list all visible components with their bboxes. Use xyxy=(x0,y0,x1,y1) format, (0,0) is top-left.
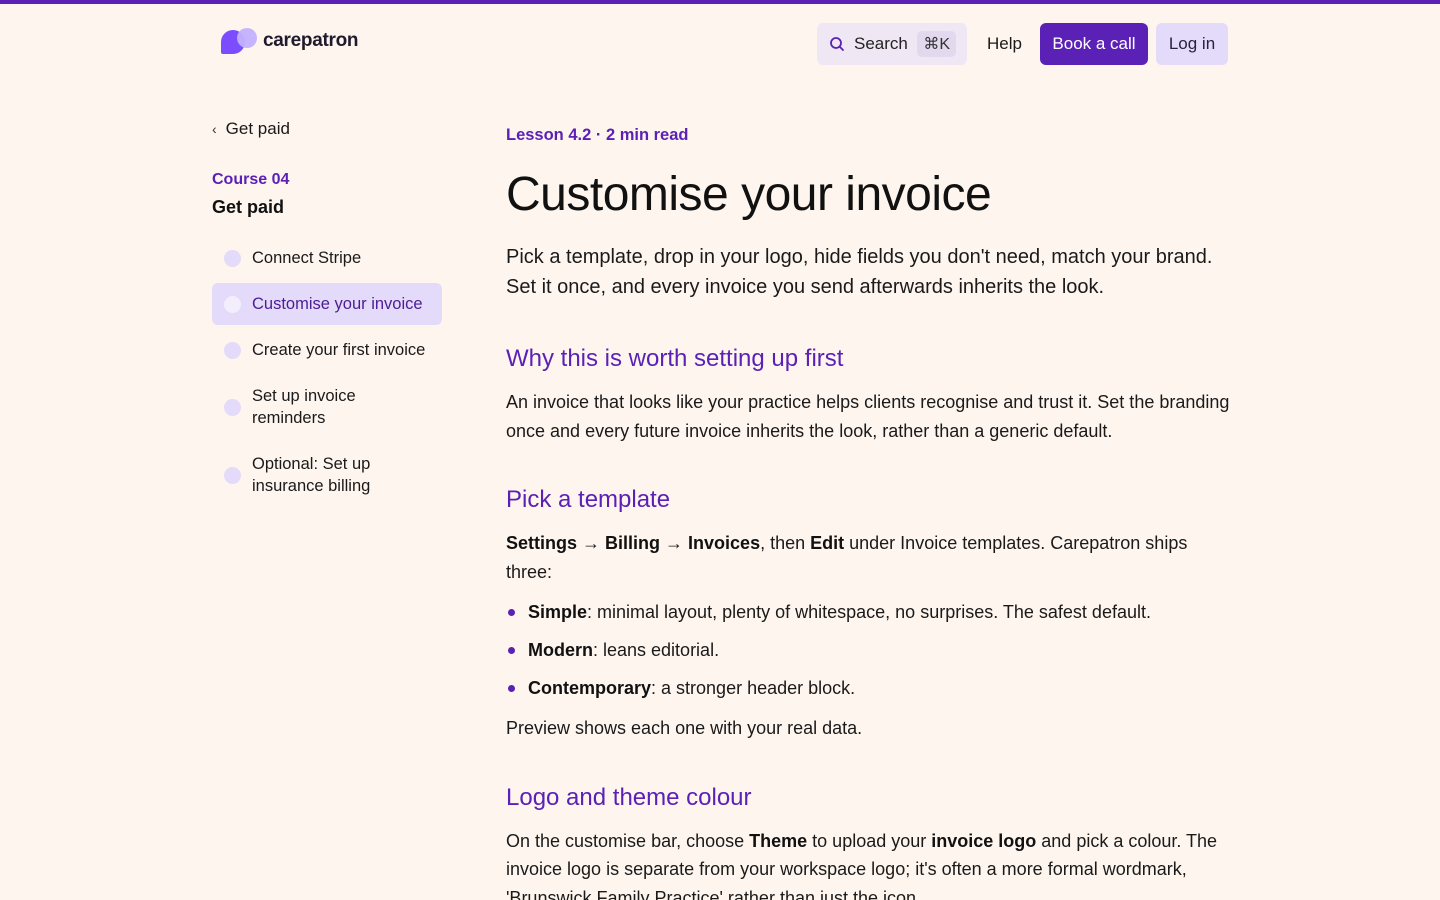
chevron-left-icon: ‹ xyxy=(212,121,217,137)
lesson-status-dot-icon xyxy=(224,250,241,267)
back-link-label: Get paid xyxy=(225,119,290,138)
section-heading-logo: Logo and theme colour xyxy=(506,783,752,811)
template-preview-note: Preview shows each one with your real da… xyxy=(506,718,863,738)
lesson-label: Connect Stripe xyxy=(252,249,362,267)
edit-term: Edit xyxy=(810,533,845,553)
search-shortcut-badge: ⌘K xyxy=(917,31,956,57)
section-heading-why: Why this is worth setting up first xyxy=(506,345,844,372)
lesson-label: Create your first invoice xyxy=(252,341,426,359)
path-settings: Settings xyxy=(506,533,578,553)
lesson-article: Lesson 4.2 · 2 min read Customise your i… xyxy=(506,126,1231,900)
lesson-item-create-first-invoice[interactable]: Create your first invoice xyxy=(212,329,442,371)
template-list: Simple: minimal layout, plenty of whites… xyxy=(506,600,1231,700)
lesson-label: Customise your invoice xyxy=(252,295,423,313)
lesson-status-dot-icon xyxy=(224,296,241,313)
help-link[interactable]: Help xyxy=(987,23,1022,65)
path-invoices: Invoices xyxy=(688,533,761,553)
text: to upload your xyxy=(807,830,932,851)
theme-term: Theme xyxy=(749,830,808,851)
search-icon xyxy=(830,37,844,51)
course-title: Get paid xyxy=(212,197,285,217)
template-description: : leans editorial. xyxy=(593,640,720,660)
text: On the customise bar, choose xyxy=(506,830,750,851)
logo-wordmark: carepatron xyxy=(263,30,359,51)
lesson-list: Connect Stripe Customise your invoice Cr… xyxy=(212,237,442,511)
path-arrow: → xyxy=(577,533,606,553)
lesson-meta: Lesson 4.2 · 2 min read xyxy=(506,126,689,144)
template-instructions: Settings → Billing → Invoices, then Edit… xyxy=(506,529,1231,586)
course-number: Course 04 xyxy=(212,171,290,188)
lesson-item-insurance-billing[interactable]: Optional: Set up insurance billing xyxy=(212,443,442,507)
list-item: Contemporary: a stronger header block. xyxy=(506,676,1231,700)
lesson-item-connect-stripe[interactable]: Connect Stripe xyxy=(212,237,442,279)
carepatron-logo[interactable]: carepatron xyxy=(221,27,359,55)
lead-paragraph: Pick a template, drop in your logo, hide… xyxy=(506,246,1213,298)
invoice-logo-term: invoice logo xyxy=(931,830,1037,851)
search-button[interactable]: Search ⌘K xyxy=(817,23,967,65)
search-label: Search xyxy=(854,34,908,53)
lesson-item-customise-invoice[interactable]: Customise your invoice xyxy=(212,283,442,325)
template-name: Contemporary xyxy=(528,678,652,698)
lesson-label: Optional: Set up insurance billing xyxy=(252,455,371,495)
section-body-why: An invoice that looks like your practice… xyxy=(506,392,1230,441)
template-description: : a stronger header block. xyxy=(651,678,856,698)
list-item: Modern: leans editorial. xyxy=(506,638,1231,662)
template-name: Modern xyxy=(528,640,593,660)
top-accent-bar xyxy=(0,0,1440,4)
logo-instructions: On the customise bar, choose Theme to up… xyxy=(506,827,1231,900)
lesson-label: Set up invoice reminders xyxy=(252,387,356,427)
template-description: : minimal layout, plenty of whitespace, … xyxy=(587,602,1151,622)
lesson-item-invoice-reminders[interactable]: Set up invoice reminders xyxy=(212,375,442,439)
section-heading-template: Pick a template xyxy=(506,486,671,513)
lesson-status-dot-icon xyxy=(224,467,241,484)
template-name: Simple xyxy=(528,602,588,622)
text-then: , then xyxy=(760,533,811,553)
back-to-course-link[interactable]: ‹ Get paid xyxy=(212,118,290,140)
path-arrow: → xyxy=(660,533,689,553)
page-title: Customise your invoice xyxy=(506,168,992,221)
logo-mark-icon xyxy=(221,28,257,54)
book-a-call-button[interactable]: Book a call xyxy=(1040,23,1148,65)
lesson-status-dot-icon xyxy=(224,399,241,416)
list-item: Simple: minimal layout, plenty of whites… xyxy=(506,600,1231,624)
path-billing: Billing xyxy=(605,533,661,553)
lesson-status-dot-icon xyxy=(224,342,241,359)
log-in-button[interactable]: Log in xyxy=(1156,23,1228,65)
